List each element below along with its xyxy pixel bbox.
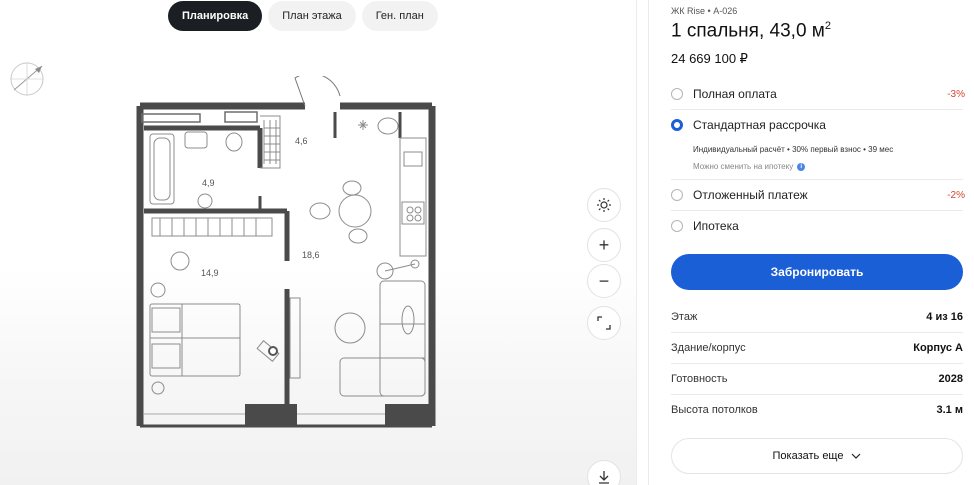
spec-row-ceiling: Высота потолков 3.1 м — [671, 404, 963, 416]
option-label: Стандартная рассрочка — [693, 118, 826, 132]
divider — [671, 332, 963, 333]
spec-row-building: Здание/корпус Корпус А — [671, 342, 963, 354]
room-area-bathroom: 4,9 — [202, 178, 215, 188]
tab-floor-plan[interactable]: План этажа — [268, 1, 356, 31]
apartment-panel: ЖК Rise • А-026 1 спальня, 43,0 м2 24 66… — [648, 0, 974, 485]
divider — [671, 109, 963, 110]
option-standard-installment[interactable]: Стандартная рассрочка — [671, 118, 965, 132]
divider — [671, 179, 963, 180]
chevron-down-icon — [852, 453, 861, 459]
divider — [671, 394, 963, 395]
zoom-out-button[interactable]: − — [587, 264, 621, 298]
option-label: Отложенный платеж — [693, 188, 808, 202]
show-more-button[interactable]: Показать еще — [671, 438, 963, 474]
download-icon — [599, 471, 609, 484]
option-label: Полная оплата — [693, 87, 777, 101]
installment-details: Индивидуальный расчёт • 30% первый взнос… — [693, 145, 894, 154]
discount-badge: -3% — [947, 88, 965, 100]
fullscreen-button[interactable] — [587, 306, 621, 340]
spec-row-readiness: Готовность 2028 — [671, 373, 963, 385]
spec-key: Готовность — [671, 373, 728, 385]
spec-key: Этаж — [671, 311, 698, 323]
expand-icon — [597, 316, 611, 330]
floor-plan-drawing: 4,6 4,9 14,9 18,6 — [136, 76, 436, 428]
radio-full-payment[interactable] — [671, 88, 683, 100]
apartment-price: 24 669 100 ₽ — [671, 51, 748, 66]
option-label: Ипотека — [693, 219, 739, 233]
view-tabs: Планировка План этажа Ген. план — [168, 1, 438, 31]
sun-icon — [597, 198, 611, 212]
spec-value: 2028 — [938, 373, 963, 385]
radio-mortgage[interactable] — [671, 220, 683, 232]
panel-divider — [636, 0, 637, 485]
tab-layout[interactable]: Планировка — [168, 1, 263, 31]
tab-site-plan[interactable]: Ген. план — [361, 1, 438, 31]
spec-key: Высота потолков — [671, 404, 758, 416]
info-icon[interactable]: i — [797, 162, 806, 171]
spec-value: 4 из 16 — [926, 311, 963, 323]
download-button[interactable] — [587, 460, 621, 485]
option-deferred-payment[interactable]: Отложенный платеж -2% — [671, 188, 965, 202]
show-more-label: Показать еще — [772, 450, 844, 462]
divider — [671, 363, 963, 364]
spec-value: Корпус А — [913, 342, 963, 354]
plan-viewer: Планировка План этажа Ген. план 4,6 4,9 … — [0, 0, 636, 485]
brightness-button[interactable] — [587, 188, 621, 222]
room-area-hall: 4,6 — [295, 136, 308, 146]
book-button[interactable]: Забронировать — [671, 254, 963, 290]
option-mortgage[interactable]: Ипотека — [671, 219, 965, 233]
spec-value: 3.1 м — [936, 404, 964, 416]
spec-key: Здание/корпус — [671, 342, 746, 354]
spec-row-floor: Этаж 4 из 16 — [671, 311, 963, 323]
option-full-payment[interactable]: Полная оплата -3% — [671, 87, 965, 101]
discount-badge: -2% — [947, 189, 965, 201]
installment-note: Можно сменить на ипотеку i — [693, 162, 806, 171]
complex-breadcrumb: ЖК Rise • А-026 — [671, 6, 738, 16]
radio-deferred-payment[interactable] — [671, 189, 683, 201]
room-area-bedroom: 14,9 — [201, 268, 219, 278]
compass-icon — [10, 62, 44, 96]
zoom-in-button[interactable]: + — [587, 228, 621, 262]
apartment-title: 1 спальня, 43,0 м2 — [671, 20, 831, 42]
divider — [671, 210, 963, 211]
radio-standard-installment[interactable] — [671, 119, 683, 131]
room-area-living: 18,6 — [302, 250, 320, 260]
